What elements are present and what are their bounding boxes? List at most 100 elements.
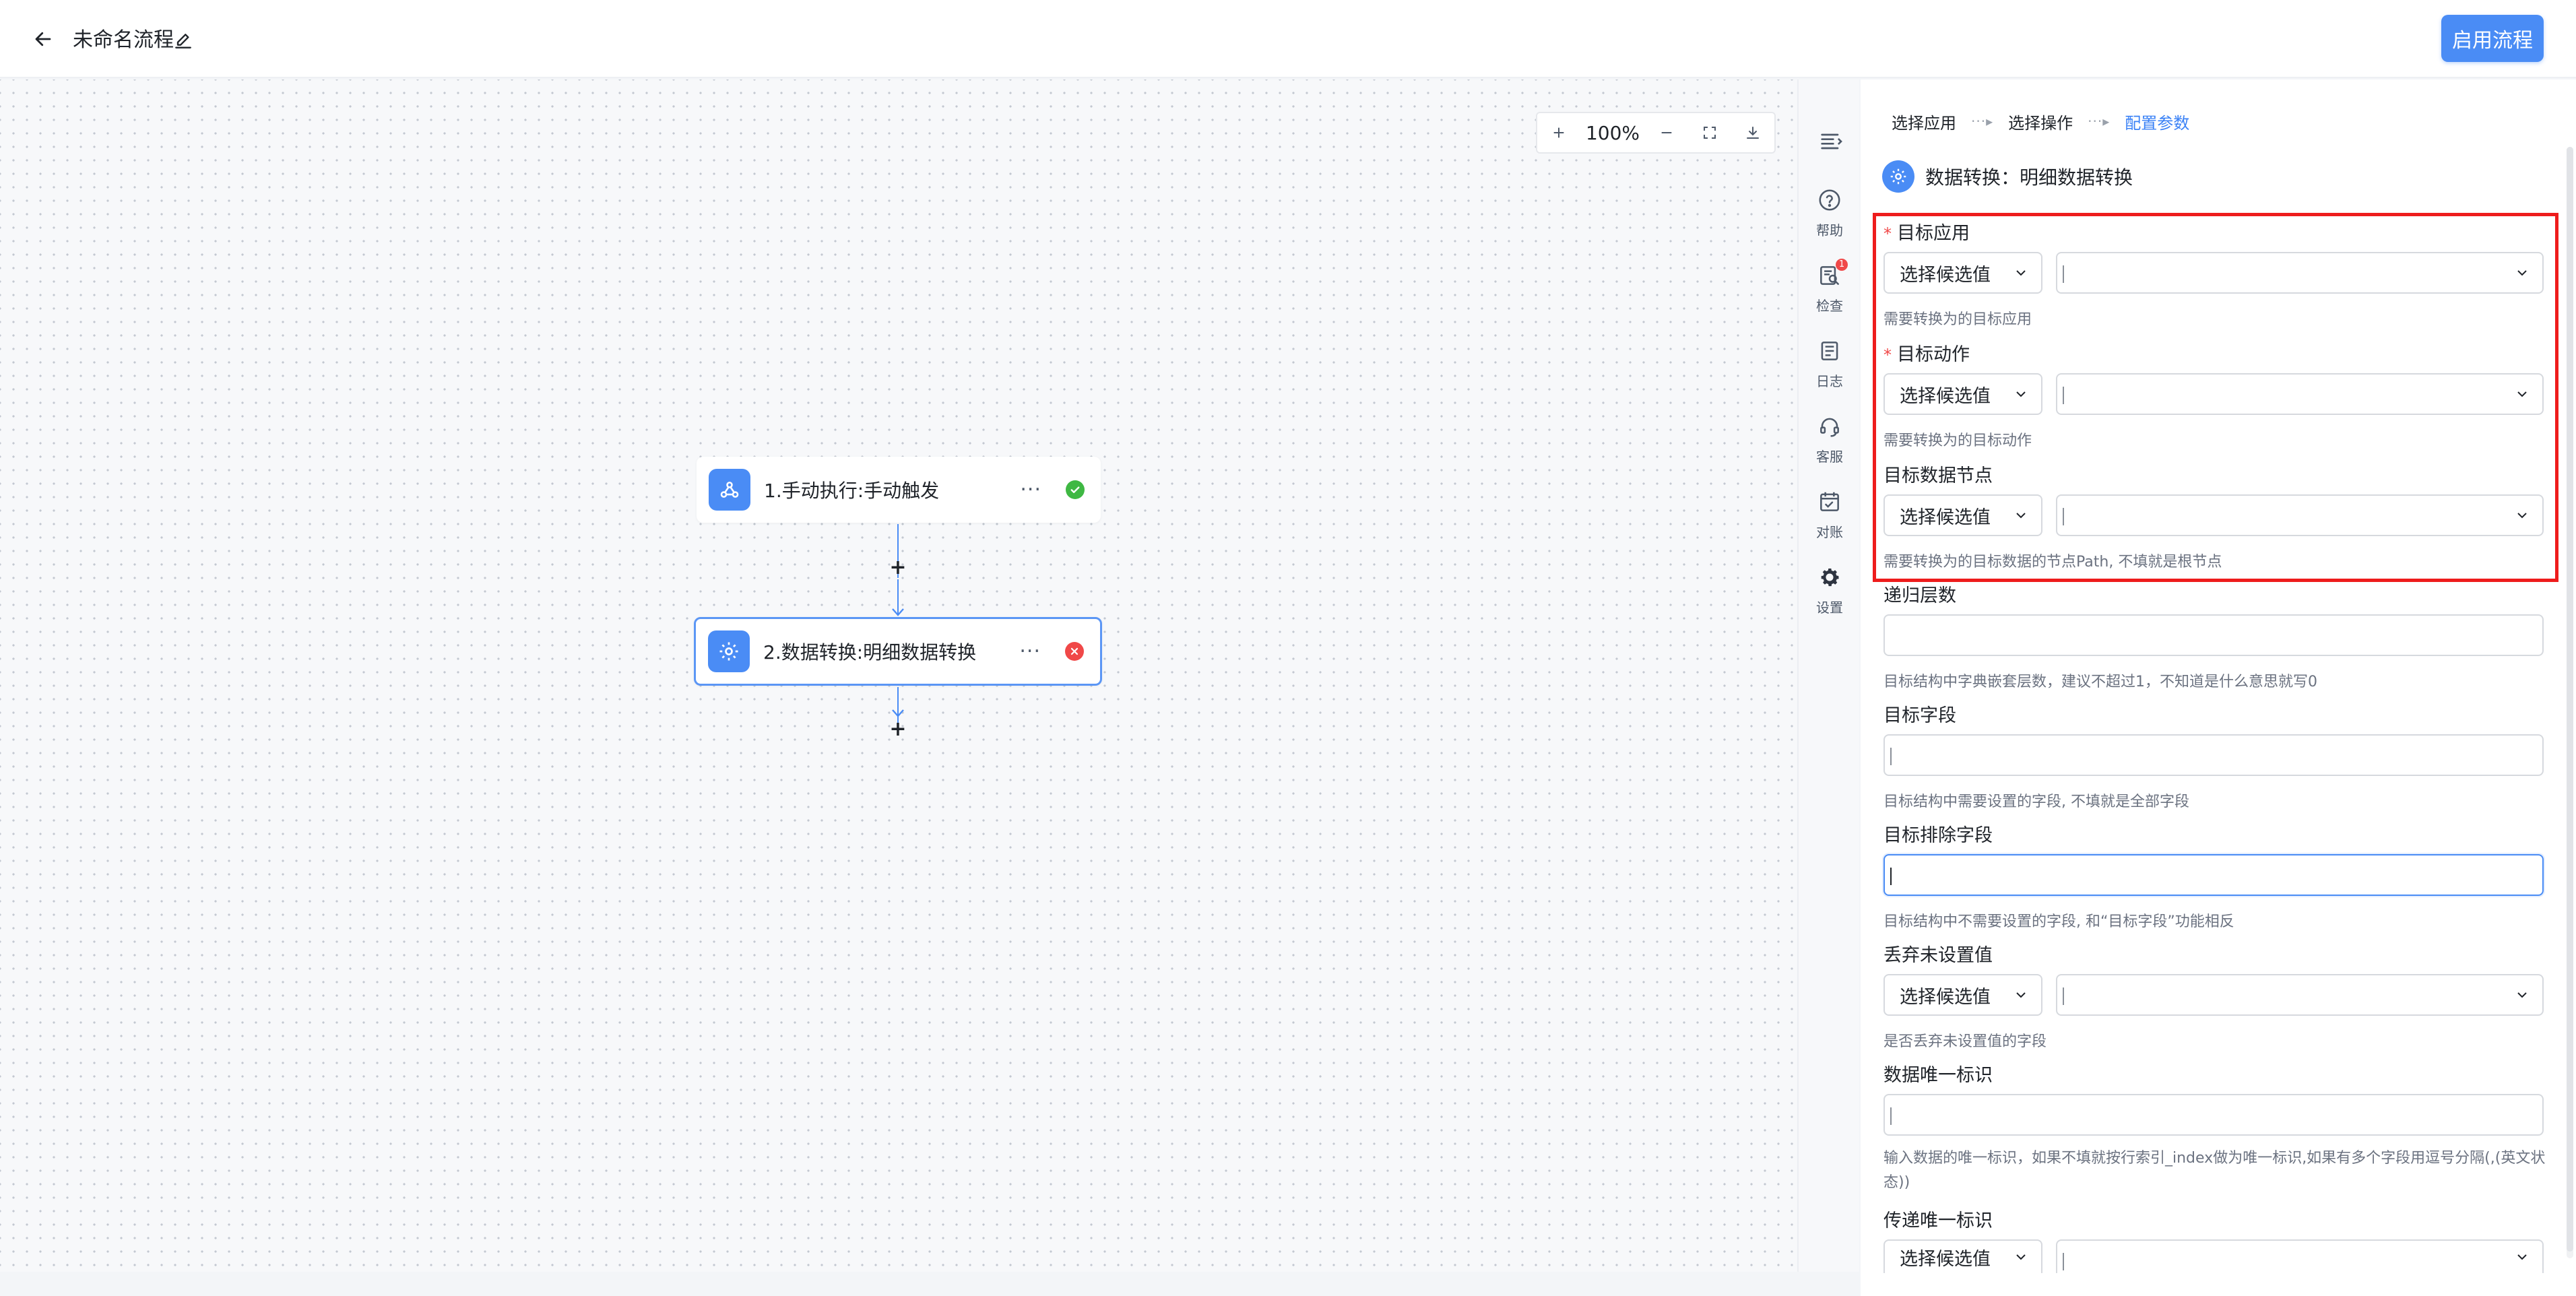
select-value: 选择候选值 <box>1900 986 1991 1008</box>
target-action-value-select[interactable] <box>2056 373 2544 415</box>
field-hint: 输入数据的唯一标识，如果不填就按行索引_index做为唯一标识,如果有多个字段用… <box>1883 1150 2546 1191</box>
field-hint: 是否丢弃未设置值的字段 <box>1883 1033 2047 1050</box>
field-hint: 目标结构中需要设置的字段, 不填就是全部字段 <box>1883 793 2189 810</box>
chevron-down-icon <box>2016 1254 2026 1260</box>
support-icon <box>1817 414 1842 439</box>
required-mark: * <box>1883 224 1892 243</box>
step-select-action[interactable]: 选择操作 <box>2008 110 2073 133</box>
rail-help[interactable]: 帮助 <box>1799 187 1861 252</box>
webhook-icon <box>709 469 750 511</box>
rail-settings[interactable]: 设置 <box>1799 564 1861 629</box>
unique-id-input[interactable] <box>1883 1094 2544 1136</box>
target-node-mode-select[interactable]: 选择候选值 <box>1883 494 2042 536</box>
step-breadcrumb: 选择应用 ···▸ 选择操作 ···▸ 配置参数 <box>1892 108 2189 135</box>
panel-scrollbar[interactable] <box>2567 147 2573 1258</box>
flow-node-transform[interactable]: 2.数据转换:明细数据转换 ··· <box>694 617 1102 686</box>
gear-icon <box>1817 564 1842 590</box>
field-hint: 需要转换为的目标应用 <box>1883 311 2032 328</box>
field-hint: 目标结构中字典嵌套层数，建议不超过1，不知道是什么意思就写0 <box>1883 674 2317 690</box>
select-value: 选择候选值 <box>1900 264 1991 286</box>
arrow-down-icon <box>892 608 904 616</box>
field-label-exclude-fields: 目标排除字段 <box>1883 825 1993 846</box>
transform-gear-icon <box>1882 160 1914 193</box>
download-button[interactable] <box>1731 113 1774 152</box>
add-node-button[interactable]: + <box>888 719 908 740</box>
collapse-panel-button[interactable] <box>1817 128 1844 155</box>
target-node-value-select[interactable] <box>2056 494 2544 536</box>
issue-badge: 1 <box>1836 259 1848 271</box>
zoom-in-button[interactable] <box>1537 113 1580 152</box>
field-label-recursion: 递归层数 <box>1883 585 1956 606</box>
target-fields-input[interactable] <box>1883 734 2544 776</box>
recursion-input[interactable] <box>1883 614 2544 656</box>
chevron-down-icon <box>2517 992 2527 998</box>
flow-node-trigger[interactable]: 1.手动执行:手动触发 ··· <box>697 457 1101 523</box>
chevron-down-icon <box>2016 513 2026 519</box>
chevron-down-icon <box>2517 513 2527 519</box>
pass-unique-mode-select[interactable]: 选择候选值 <box>1883 1239 2042 1273</box>
field-label-target-action: * 目标动作 <box>1883 344 1970 365</box>
rail-log[interactable]: 日志 <box>1799 338 1861 403</box>
panel-title-text: 数据转换：明细数据转换 <box>1925 166 2133 189</box>
config-panel: 选择应用 ···▸ 选择操作 ···▸ 配置参数 数据转换：明细数据转换 * 目标… <box>1861 79 2576 1296</box>
zoom-out-button[interactable] <box>1645 113 1688 152</box>
step-config-params[interactable]: 配置参数 <box>2125 110 2189 133</box>
tool-rail: 帮助 1 检查 日志 客服 对账 设置 <box>1797 79 1859 1272</box>
scrollbar-thumb[interactable] <box>2567 147 2573 1252</box>
rail-reconcile[interactable]: 对账 <box>1799 489 1861 554</box>
field-label-target-app: * 目标应用 <box>1883 223 1970 244</box>
rail-label: 设置 <box>1816 600 1843 616</box>
pass-unique-value-select[interactable] <box>2056 1239 2544 1273</box>
fullscreen-icon <box>1704 127 1716 139</box>
step-select-app[interactable]: 选择应用 <box>1892 110 1956 133</box>
chevron-down-icon <box>2016 391 2026 397</box>
field-hint: 目标结构中不需要设置的字段, 和“目标字段”功能相反 <box>1883 913 2234 930</box>
pencil-icon <box>175 34 191 48</box>
success-icon <box>1066 480 1085 499</box>
arrow-down-icon <box>892 709 904 717</box>
enable-flow-button[interactable]: 启用流程 <box>2441 15 2544 62</box>
field-label-target-node: 目标数据节点 <box>1883 465 1993 486</box>
target-app-mode-select[interactable]: 选择候选值 <box>1883 252 2042 294</box>
flow-canvas[interactable]: 100% 1.手动执行:手动触发 ··· + 2.数据转换:明细数据转换 ··· <box>0 79 1797 1272</box>
rail-label: 日志 <box>1816 373 1843 389</box>
select-value: 选择候选值 <box>1900 1248 1991 1270</box>
transform-gear-icon <box>708 630 750 672</box>
check-icon: 1 <box>1817 259 1848 288</box>
rail-support[interactable]: 客服 <box>1799 414 1861 478</box>
minus-icon <box>1661 131 1672 134</box>
back-button[interactable] <box>28 24 58 54</box>
select-value: 选择候选值 <box>1900 385 1991 407</box>
fit-view-button[interactable] <box>1688 113 1731 152</box>
target-action-mode-select[interactable]: 选择候选值 <box>1883 373 2042 415</box>
top-header: 未命名流程 启用流程 <box>0 0 2576 78</box>
target-app-value-select[interactable] <box>2056 252 2544 294</box>
arrow-left-icon <box>35 32 51 46</box>
rail-label: 帮助 <box>1816 222 1843 238</box>
help-icon <box>1817 187 1842 213</box>
chevron-down-icon <box>2517 391 2527 397</box>
step-separator: ···▸ <box>2088 113 2111 129</box>
drop-unset-value-select[interactable] <box>2056 974 2544 1016</box>
panel-title: 数据转换：明细数据转换 <box>1882 158 2133 195</box>
add-node-button[interactable]: + <box>888 558 908 578</box>
zoom-level: 100% <box>1585 121 1640 144</box>
flow-title: 未命名流程 <box>73 28 174 52</box>
rail-label: 客服 <box>1816 449 1843 465</box>
field-label-drop-unset: 丢弃未设置值 <box>1883 945 1993 966</box>
plus-icon <box>1553 127 1564 138</box>
node-more-button[interactable]: ··· <box>1019 640 1041 663</box>
download-icon <box>1747 127 1759 139</box>
node-label: 2.数据转换:明细数据转换 <box>763 641 977 663</box>
chevron-down-icon <box>2016 992 2026 998</box>
rail-label: 对账 <box>1816 524 1843 540</box>
rail-check[interactable]: 1 检查 <box>1799 259 1861 327</box>
field-label-target-fields: 目标字段 <box>1883 705 1956 726</box>
edit-title-button[interactable] <box>172 30 194 51</box>
exclude-fields-input[interactable] <box>1883 854 2544 896</box>
node-more-button[interactable]: ··· <box>1020 478 1041 502</box>
field-label-pass-unique: 传递唯一标识 <box>1883 1210 1993 1231</box>
field-label-unique-id: 数据唯一标识 <box>1883 1065 1993 1086</box>
drop-unset-mode-select[interactable]: 选择候选值 <box>1883 974 2042 1016</box>
select-value: 选择候选值 <box>1900 507 1991 528</box>
